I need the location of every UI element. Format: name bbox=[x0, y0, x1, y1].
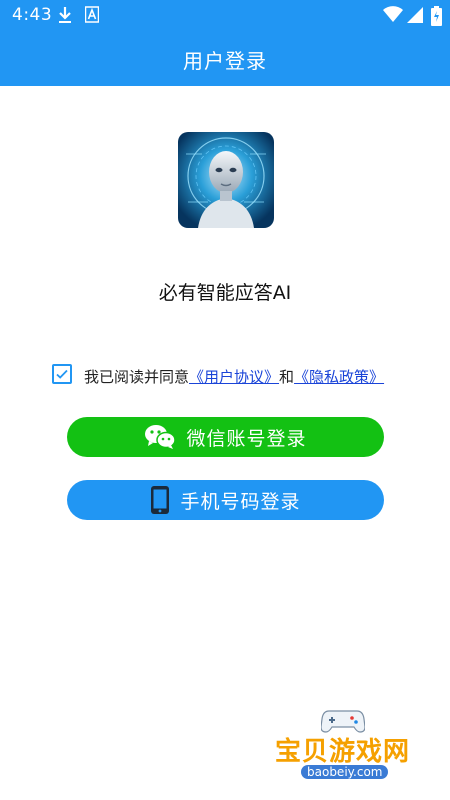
phone-icon bbox=[150, 485, 170, 515]
battery-icon bbox=[431, 6, 442, 26]
a-badge-icon bbox=[85, 6, 99, 23]
app-logo bbox=[178, 132, 274, 228]
status-bar: 4:43 bbox=[0, 0, 450, 32]
app-bar: 用户登录 bbox=[0, 32, 450, 86]
wechat-icon bbox=[144, 424, 177, 450]
watermark: 宝贝游戏网 baobeiy.com bbox=[265, 703, 425, 793]
privacy-policy-link[interactable]: 《隐私政策》 bbox=[294, 368, 384, 386]
gamepad-icon bbox=[321, 710, 365, 733]
signal-icon bbox=[407, 7, 423, 23]
download-icon bbox=[59, 7, 71, 23]
status-time: 4:43 bbox=[12, 5, 53, 25]
phone-login-label: 手机号码登录 bbox=[180, 490, 301, 513]
wechat-login-button[interactable]: 微信账号登录 bbox=[67, 417, 384, 457]
phone-login-button[interactable]: 手机号码登录 bbox=[67, 480, 384, 520]
user-agreement-link[interactable]: 《用户协议》 bbox=[189, 368, 279, 386]
app-name: 必有智能应答AI bbox=[158, 282, 292, 304]
robot-face-logo bbox=[178, 132, 274, 228]
watermark-url: baobeiy.com bbox=[301, 765, 389, 779]
wechat-login-label: 微信账号登录 bbox=[186, 427, 307, 450]
agreement-text: 我已阅读并同意《用户协议》和《隐私政策》 bbox=[48, 362, 388, 392]
watermark-text: 宝贝游戏网 bbox=[275, 737, 411, 767]
page-title: 用户登录 bbox=[183, 48, 267, 73]
wifi-icon bbox=[383, 6, 403, 22]
agreement-prefix: 我已阅读并同意 bbox=[84, 368, 190, 386]
agreement-conjunction: 和 bbox=[279, 368, 295, 386]
